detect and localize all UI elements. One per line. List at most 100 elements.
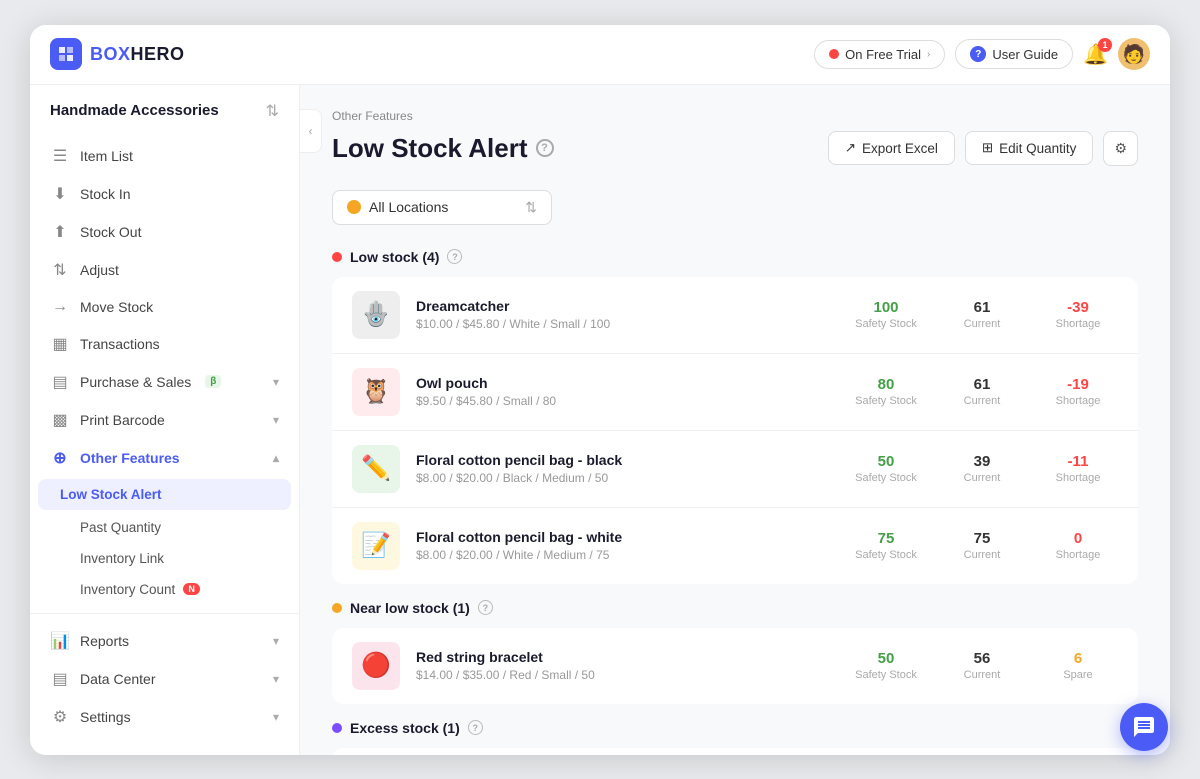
workspace-swap-icon[interactable]: ⇅: [266, 101, 279, 121]
avatar[interactable]: 🧑: [1118, 38, 1150, 70]
main-content-area: ‹ Other Features Low Stock Alert ? ↗ Exp…: [300, 85, 1170, 755]
export-icon: ↗: [845, 140, 856, 156]
page-title-wrap: Low Stock Alert ?: [332, 133, 554, 164]
item-name: Red string bracelet: [416, 649, 830, 665]
safety-stock-value: 100: [846, 299, 926, 316]
near-low-dot: [332, 603, 342, 613]
header-buttons: ↗ Export Excel ⊞ Edit Quantity ⚙: [828, 131, 1138, 166]
item-name: Floral cotton pencil bag - white: [416, 529, 830, 545]
sidebar-item-data-center[interactable]: ▤ Data Center ▾: [30, 660, 299, 698]
sidebar-sub-inventory-count[interactable]: Inventory Count N: [30, 574, 299, 605]
location-chevron-icon: ⇅: [525, 199, 537, 216]
current-label: Current: [942, 549, 1022, 561]
sidebar-item-stock-in[interactable]: ⬇ Stock In: [30, 175, 299, 213]
sidebar-item-print-barcode[interactable]: ▩ Print Barcode ▾: [30, 401, 299, 439]
export-label: Export Excel: [862, 141, 938, 156]
spare-label: Spare: [1038, 669, 1118, 681]
shortage-label: Shortage: [1038, 318, 1118, 330]
sidebar-divider: [30, 613, 299, 614]
item-detail: $14.00 / $35.00 / Red / Small / 50: [416, 668, 830, 682]
main-content: Other Features Low Stock Alert ? ↗ Expor…: [300, 85, 1170, 755]
past-quantity-label: Past Quantity: [80, 520, 161, 535]
shortage-value: -11: [1038, 453, 1118, 470]
sidebar-sub-past-quantity[interactable]: Past Quantity: [30, 512, 299, 543]
shortage-label: Shortage: [1038, 472, 1118, 484]
settings-gear-button[interactable]: ⚙: [1103, 131, 1138, 166]
breadcrumb: Other Features: [332, 109, 1138, 123]
location-dot-icon: [347, 200, 361, 214]
sidebar: Handmade Accessories ⇅ ☰ Item List ⬇ Sto…: [30, 85, 300, 755]
item-name: Floral cotton pencil bag - black: [416, 452, 830, 468]
transactions-icon: ▦: [50, 334, 70, 354]
purchase-sales-label: Purchase & Sales: [80, 374, 191, 390]
settings-label: Settings: [80, 709, 131, 725]
page-help-icon[interactable]: ?: [536, 139, 554, 157]
safety-stock-label: Safety Stock: [846, 549, 926, 561]
shortage-stat: -39 Shortage: [1038, 299, 1118, 330]
sidebar-item-label: Adjust: [80, 262, 119, 278]
safety-stock-value: 80: [846, 376, 926, 393]
stock-out-icon: ⬆: [50, 222, 70, 242]
low-stock-table: 🪬 Dreamcatcher $10.00 / $45.80 / White /…: [332, 277, 1138, 584]
excess-help-icon[interactable]: ?: [468, 720, 483, 735]
sidebar-item-move-stock[interactable]: → Move Stock: [30, 289, 299, 325]
current-stat: 39 Current: [942, 453, 1022, 484]
export-excel-button[interactable]: ↗ Export Excel: [828, 131, 955, 165]
current-stat: 56 Current: [942, 650, 1022, 681]
near-low-section-header: Near low stock (1) ?: [332, 600, 1138, 616]
current-stat: 61 Current: [942, 299, 1022, 330]
settings-icon: ⚙: [50, 707, 70, 727]
sidebar-item-adjust[interactable]: ⇅ Adjust: [30, 251, 299, 289]
sidebar-item-transactions[interactable]: ▦ Transactions: [30, 325, 299, 363]
edit-quantity-button[interactable]: ⊞ Edit Quantity: [965, 131, 1094, 165]
free-trial-button[interactable]: On Free Trial ›: [814, 40, 945, 69]
chat-button[interactable]: [1120, 703, 1168, 751]
current-stat: 61 Current: [942, 376, 1022, 407]
sidebar-item-reports[interactable]: 📊 Reports ▾: [30, 622, 299, 660]
sidebar-item-purchase-sales[interactable]: ▤ Purchase & Sales β ▾: [30, 363, 299, 401]
user-guide-button[interactable]: ? User Guide: [955, 39, 1073, 69]
current-value: 75: [942, 530, 1022, 547]
print-barcode-label: Print Barcode: [80, 412, 165, 428]
sidebar-sub-inventory-link[interactable]: Inventory Link: [30, 543, 299, 574]
notifications-button[interactable]: 🔔 1: [1083, 42, 1108, 67]
item-info: Floral cotton pencil bag - black $8.00 /…: [416, 452, 830, 485]
sidebar-item-item-list[interactable]: ☰ Item List: [30, 137, 299, 175]
current-stat: 75 Current: [942, 530, 1022, 561]
data-center-label: Data Center: [80, 671, 155, 687]
sidebar-item-settings[interactable]: ⚙ Settings ▾: [30, 698, 299, 736]
location-label: All Locations: [369, 199, 448, 215]
shortage-stat: -11 Shortage: [1038, 453, 1118, 484]
near-low-help-icon[interactable]: ?: [478, 600, 493, 615]
excess-table: 👜 Floral pony bag $15.00 / $50.00 / Medi…: [332, 748, 1138, 755]
shortage-value: -39: [1038, 299, 1118, 316]
safety-stock-value: 50: [846, 453, 926, 470]
app-header: BOXHERO On Free Trial › ? User Guide 🔔 1…: [30, 25, 1170, 85]
excess-section-header: Excess stock (1) ?: [332, 720, 1138, 736]
location-value: All Locations: [347, 199, 448, 215]
sidebar-sub-low-stock-alert[interactable]: Low Stock Alert: [38, 479, 291, 510]
item-list-icon: ☰: [50, 146, 70, 166]
settings-left: ⚙ Settings: [50, 707, 131, 727]
sidebar-item-other-features[interactable]: ⊕ Other Features ▴: [30, 439, 299, 477]
current-label: Current: [942, 472, 1022, 484]
item-info: Red string bracelet $14.00 / $35.00 / Re…: [416, 649, 830, 682]
beta-badge: β: [205, 375, 221, 388]
sidebar-collapse-button[interactable]: ‹: [300, 109, 322, 153]
chevron-down-icon: ▾: [273, 710, 279, 724]
reports-icon: 📊: [50, 631, 70, 651]
item-detail: $8.00 / $20.00 / Black / Medium / 50: [416, 471, 830, 485]
item-image: 🦉: [352, 368, 400, 416]
sidebar-item-label: Move Stock: [80, 299, 153, 315]
shortage-label: Shortage: [1038, 395, 1118, 407]
current-value: 61: [942, 299, 1022, 316]
item-name: Owl pouch: [416, 375, 830, 391]
safety-stock-label: Safety Stock: [846, 395, 926, 407]
edit-label: Edit Quantity: [999, 141, 1076, 156]
table-row: 📝 Floral cotton pencil bag - white $8.00…: [332, 508, 1138, 584]
low-stock-help-icon[interactable]: ?: [447, 249, 462, 264]
item-info: Floral cotton pencil bag - white $8.00 /…: [416, 529, 830, 562]
sidebar-item-stock-out[interactable]: ⬆ Stock Out: [30, 213, 299, 251]
page-header: Low Stock Alert ? ↗ Export Excel ⊞ Edit …: [332, 131, 1138, 166]
location-selector[interactable]: All Locations ⇅: [332, 190, 552, 225]
